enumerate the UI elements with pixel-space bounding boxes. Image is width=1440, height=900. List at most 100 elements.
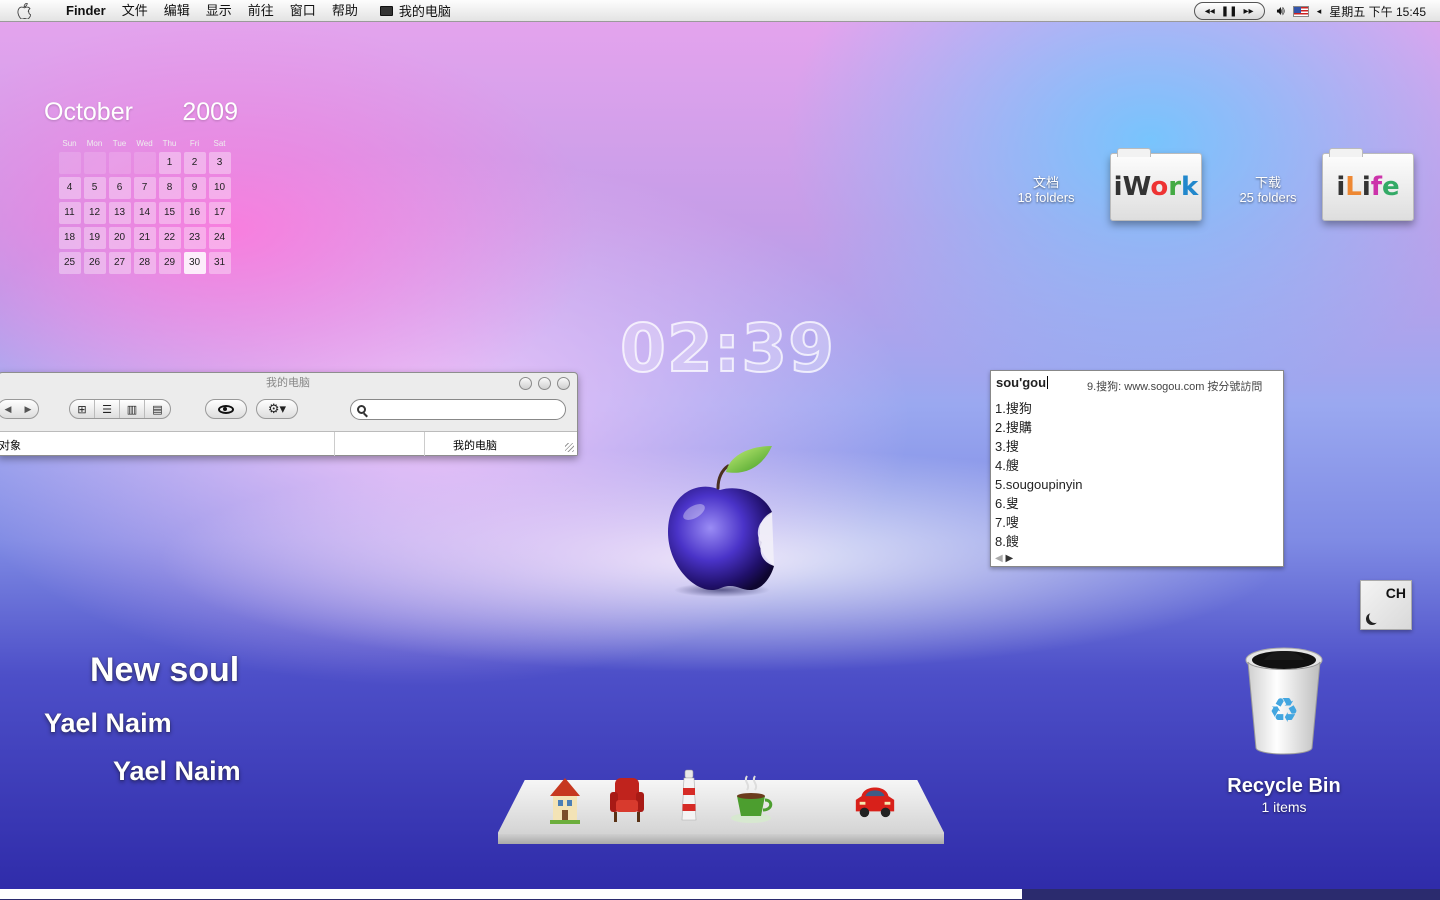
icon-view-button[interactable]: ⊞ bbox=[70, 400, 95, 418]
stack-downloads-name: 下载 bbox=[1254, 175, 1281, 190]
calendar-day[interactable]: 7 bbox=[132, 175, 157, 200]
column-view-button[interactable]: ▥ bbox=[120, 400, 145, 418]
ime-candidate[interactable]: 7.嗖 bbox=[995, 513, 1082, 532]
calendar-weekday: Mon bbox=[86, 139, 103, 148]
calendar-empty-cell bbox=[82, 150, 107, 175]
menu-edit[interactable]: 编辑 bbox=[156, 0, 198, 22]
calendar-day[interactable]: 30 bbox=[182, 250, 207, 275]
car-icon[interactable] bbox=[852, 764, 898, 826]
finder-title-bar[interactable]: 我的电脑 bbox=[0, 373, 577, 393]
ime-candidate[interactable]: 3.搜 bbox=[995, 437, 1082, 456]
calendar-day-number: 1 bbox=[158, 151, 181, 174]
menu-file[interactable]: 文件 bbox=[114, 0, 156, 22]
calendar-day-number: 2 bbox=[183, 151, 206, 174]
us-flag-input-icon[interactable] bbox=[1292, 5, 1309, 17]
next-track-icon[interactable]: ▸▸ bbox=[1244, 6, 1254, 17]
menu-help[interactable]: 帮助 bbox=[324, 0, 366, 22]
calendar-day[interactable]: 27 bbox=[107, 250, 132, 275]
resize-grip-icon[interactable] bbox=[565, 443, 574, 452]
ime-candidate[interactable]: 4.艘 bbox=[995, 456, 1082, 475]
ime-candidate[interactable]: 6.叟 bbox=[995, 494, 1082, 513]
house-icon[interactable] bbox=[542, 764, 588, 826]
menu-go[interactable]: 前往 bbox=[240, 0, 282, 22]
calendar-day[interactable]: 23 bbox=[182, 225, 207, 250]
calendar-day-number: 3 bbox=[208, 151, 231, 174]
menu-view[interactable]: 显示 bbox=[198, 0, 240, 22]
calendar-day-number: 21 bbox=[133, 226, 156, 249]
forward-button[interactable]: ▶ bbox=[18, 400, 38, 418]
calendar-day[interactable]: 5 bbox=[82, 175, 107, 200]
stack-documents-label[interactable]: 文档 18 folders bbox=[1006, 175, 1086, 205]
calendar-day-number: 31 bbox=[208, 251, 231, 274]
stack-downloads-label[interactable]: 下载 25 folders bbox=[1228, 175, 1308, 205]
ime-next-page-icon[interactable]: ▶ bbox=[1005, 553, 1013, 564]
calendar-day[interactable]: 21 bbox=[132, 225, 157, 250]
calendar-blank bbox=[83, 151, 106, 174]
computer-icon bbox=[379, 5, 393, 16]
recycle-bin-label[interactable]: Recycle Bin bbox=[1200, 775, 1368, 798]
calendar-day[interactable]: 16 bbox=[182, 200, 207, 225]
calendar-day[interactable]: 19 bbox=[82, 225, 107, 250]
calendar-day[interactable]: 25 bbox=[57, 250, 82, 275]
armchair-icon[interactable] bbox=[604, 764, 650, 826]
menu-extra-arrow-icon[interactable]: ◂ bbox=[1317, 6, 1322, 17]
calendar-day[interactable]: 8 bbox=[157, 175, 182, 200]
ime-prev-page-icon[interactable]: ◀ bbox=[995, 553, 1003, 564]
calendar-day[interactable]: 2 bbox=[182, 150, 207, 175]
ime-candidate[interactable]: 1.搜狗 bbox=[995, 399, 1082, 418]
calendar-day[interactable]: 11 bbox=[57, 200, 82, 225]
window-minimize-button[interactable] bbox=[519, 377, 532, 390]
quick-look-button[interactable] bbox=[205, 399, 247, 419]
pause-icon[interactable]: ❚❚ bbox=[1221, 6, 1238, 17]
menubar-clock[interactable]: 星期五 下午 15:45 bbox=[1329, 3, 1426, 20]
list-view-button[interactable]: ☰ bbox=[95, 400, 120, 418]
recycle-bin-icon[interactable]: ♻ bbox=[1244, 646, 1324, 758]
calendar-day[interactable]: 18 bbox=[57, 225, 82, 250]
now-playing-album: Yael Naim bbox=[113, 756, 241, 786]
window-zoom-button[interactable] bbox=[538, 377, 551, 390]
menu-app-finder[interactable]: Finder bbox=[48, 0, 114, 22]
ime-candidate[interactable]: 2.搜購 bbox=[995, 418, 1082, 437]
back-button[interactable]: ◀ bbox=[0, 400, 18, 418]
calendar-day-number: 12 bbox=[83, 201, 106, 224]
finder-search-field[interactable] bbox=[350, 399, 566, 420]
calendar-day[interactable]: 9 bbox=[182, 175, 207, 200]
ilife-folder-icon[interactable]: iLife bbox=[1322, 148, 1414, 221]
window-close-button[interactable] bbox=[557, 377, 570, 390]
iwork-folder-icon[interactable]: iWork bbox=[1110, 148, 1202, 221]
calendar-day[interactable]: 14 bbox=[132, 200, 157, 225]
calendar-day[interactable]: 1 bbox=[157, 150, 182, 175]
ime-candidate[interactable]: 8.餿 bbox=[995, 532, 1082, 551]
coffee-cup-icon[interactable] bbox=[728, 764, 774, 826]
calendar-day[interactable]: 20 bbox=[107, 225, 132, 250]
calendar-day-number: 19 bbox=[83, 226, 106, 249]
volume-icon[interactable]: 🔊︎ bbox=[1277, 3, 1285, 19]
calendar-day[interactable]: 29 bbox=[157, 250, 182, 275]
apple-menu-icon[interactable] bbox=[0, 0, 48, 22]
previous-track-icon[interactable]: ◂◂ bbox=[1205, 6, 1215, 17]
calendar-day[interactable]: 6 bbox=[107, 175, 132, 200]
finder-toolbar: ◀ ▶ ⊞ ☰ ▥ ▤ ⚙▾ bbox=[0, 393, 577, 427]
calendar-day[interactable]: 15 bbox=[157, 200, 182, 225]
coverflow-view-button[interactable]: ▤ bbox=[145, 400, 170, 418]
calendar-day[interactable]: 24 bbox=[207, 225, 232, 250]
calendar-day[interactable]: 22 bbox=[157, 225, 182, 250]
calendar-day[interactable]: 13 bbox=[107, 200, 132, 225]
calendar-day[interactable]: 3 bbox=[207, 150, 232, 175]
calendar-day[interactable]: 28 bbox=[132, 250, 157, 275]
calendar-day[interactable]: 26 bbox=[82, 250, 107, 275]
calendar-day[interactable]: 4 bbox=[57, 175, 82, 200]
input-method-indicator[interactable]: CH bbox=[1360, 580, 1412, 630]
menu-current-document-label: 我的电脑 bbox=[398, 4, 451, 19]
calendar-day[interactable]: 31 bbox=[207, 250, 232, 275]
menu-current-document[interactable]: 我的电脑 bbox=[366, 1, 451, 20]
calendar-day[interactable]: 17 bbox=[207, 200, 232, 225]
ime-candidate[interactable]: 5.sougoupinyin bbox=[995, 475, 1082, 494]
calendar-day[interactable]: 12 bbox=[82, 200, 107, 225]
calendar-day[interactable]: 10 bbox=[207, 175, 232, 200]
lighthouse-icon[interactable] bbox=[666, 764, 712, 826]
action-menu-button[interactable]: ⚙▾ bbox=[256, 399, 298, 419]
menu-window[interactable]: 窗口 bbox=[282, 0, 324, 22]
calendar-day-number: 13 bbox=[108, 201, 131, 224]
search-input[interactable] bbox=[372, 403, 552, 416]
